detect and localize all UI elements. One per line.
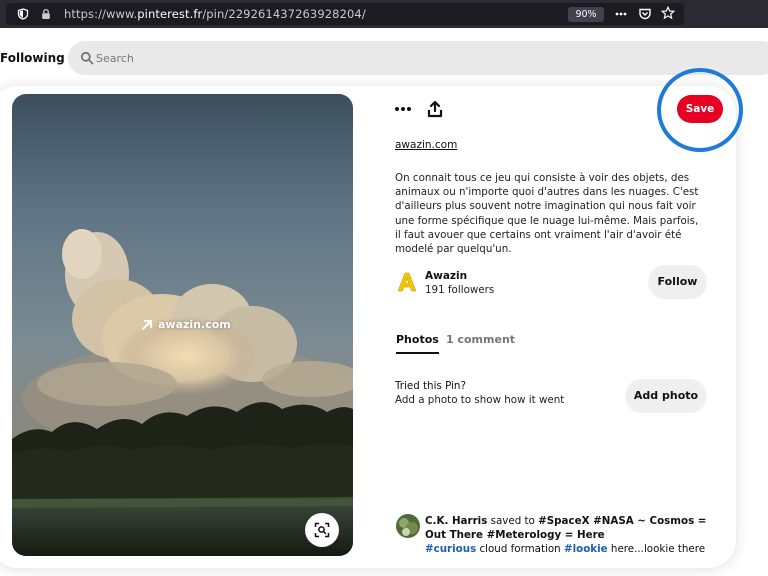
url-prefix: https://www. [64, 7, 138, 21]
search-input[interactable] [96, 41, 696, 75]
activity-feed-item: C.K. Harris saved to #SpaceX #NASA ~ Cos… [425, 514, 715, 556]
avatar[interactable] [396, 514, 420, 538]
url-host: pinterest.fr [137, 7, 203, 21]
source-link[interactable]: awazin.com [395, 139, 457, 151]
arrow-up-right-icon [142, 319, 152, 330]
lock-icon[interactable] [40, 8, 52, 20]
avatar-image [396, 514, 420, 538]
image-source-link[interactable]: awazin.com [141, 318, 231, 331]
activity-user[interactable]: C.K. Harris [425, 515, 487, 527]
tried-pin-title: Tried this Pin? [395, 380, 466, 392]
hashtag-lookie[interactable]: #lookie [564, 543, 608, 555]
creator-followers: 191 followers [425, 284, 495, 296]
pin-image[interactable]: awazin.com [12, 94, 353, 556]
pin-description: On connait tous ce jeu qui consiste à vo… [395, 172, 699, 256]
activity-text-2: here...lookie there [610, 543, 706, 555]
activity-saved-to: saved to [490, 515, 535, 527]
creator-logo[interactable] [395, 270, 419, 294]
share-icon[interactable] [427, 100, 443, 118]
browser-toolbar: https://www.pinterest.fr/pin/22926143726… [0, 0, 768, 28]
pocket-icon[interactable] [638, 7, 652, 21]
visual-search-button[interactable] [305, 513, 339, 547]
zoom-level-badge[interactable]: 90% [568, 7, 604, 22]
image-source-label: awazin.com [158, 318, 231, 331]
search-icon [80, 51, 94, 65]
tab-comments[interactable]: 1 comment [446, 333, 515, 346]
creator-name[interactable]: Awazin [425, 270, 467, 282]
following-tab[interactable]: Following [0, 51, 65, 65]
more-icon[interactable] [614, 7, 628, 21]
tab-photos[interactable]: Photos [396, 333, 439, 354]
url-text[interactable]: https://www.pinterest.fr/pin/22926143726… [64, 7, 366, 21]
bookmark-star-icon[interactable] [661, 6, 675, 20]
follow-button[interactable]: Follow [648, 265, 707, 299]
search-bar[interactable] [68, 41, 768, 75]
more-options-icon[interactable] [394, 102, 412, 116]
activity-text-1: cloud formation [479, 543, 561, 555]
add-photo-button[interactable]: Add photo [625, 379, 707, 413]
url-path: /pin/229261437263928204/ [202, 7, 366, 21]
save-button[interactable]: Save [677, 95, 723, 123]
url-bar[interactable]: https://www.pinterest.fr/pin/22926143726… [6, 3, 684, 25]
lens-icon [314, 522, 330, 538]
tried-pin-subtitle: Add a photo to show how it went [395, 394, 565, 406]
shield-icon[interactable] [17, 8, 29, 20]
hashtag-curious[interactable]: #curious [425, 543, 476, 555]
